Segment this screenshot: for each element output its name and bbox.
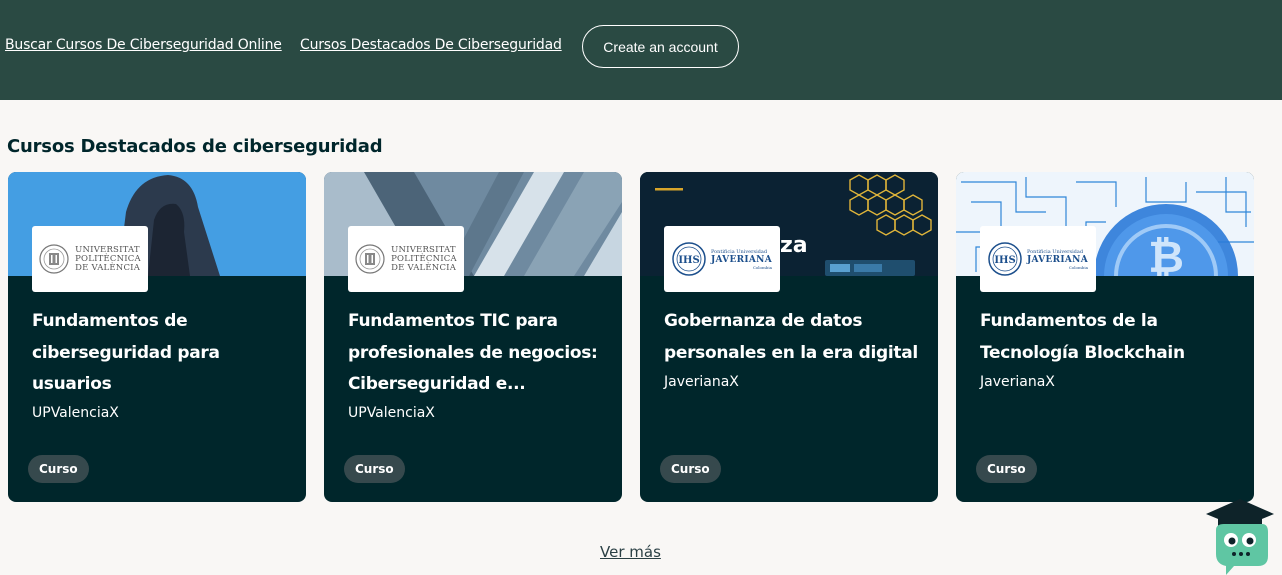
logo-line: JAVERIANA (710, 254, 772, 265)
course-type-badge: Curso (344, 455, 405, 483)
logo-line: JAVERIANA (1026, 254, 1088, 265)
university-seal-icon (39, 244, 69, 274)
logo-line: Pontificia Universidad (710, 248, 768, 255)
course-org: JaverianaX (980, 374, 1055, 390)
course-card[interactable]: UNIVERSITAT POLITÈCNICA DE VALÈNCIA Fund… (324, 172, 622, 502)
hero-text: za (780, 233, 808, 258)
nav-link-buscar-cursos[interactable]: Buscar Cursos De Ciberseguridad Online (5, 37, 282, 53)
course-card[interactable]: za IHS Pontificia Universidad JAVERIANA … (640, 172, 938, 502)
course-card[interactable]: UNIVERSITAT POLITÈCNICA DE VALÈNCIA Fund… (8, 172, 306, 502)
university-seal-icon (355, 244, 385, 274)
logo-line: Colombia (1068, 264, 1088, 270)
course-card[interactable]: ₿ IHS Pontificia Universidad JAVERIANA C… (956, 172, 1254, 502)
course-type-badge: Curso (976, 455, 1037, 483)
svg-text:₿: ₿ (1148, 232, 1184, 276)
university-seal-icon: IHS (672, 242, 706, 276)
course-org: UPValenciaX (32, 405, 119, 421)
university-logo: IHS Pontificia Universidad JAVERIANA Col… (980, 226, 1096, 292)
nav-link-cursos-destacados[interactable]: Cursos Destacados De Ciberseguridad (300, 37, 562, 53)
course-type-badge: Curso (660, 455, 721, 483)
university-logo: IHS Pontificia Universidad JAVERIANA Col… (664, 226, 780, 292)
graduation-cap-owl-icon (1206, 499, 1274, 575)
logo-line: Pontificia Universidad (1026, 248, 1084, 255)
course-type-badge: Curso (28, 455, 89, 483)
ver-mas-link[interactable]: Ver más (600, 543, 661, 561)
section-title: Cursos Destacados de ciberseguridad (7, 136, 383, 157)
svg-text:IHS: IHS (994, 255, 1015, 266)
university-logo: UNIVERSITAT POLITÈCNICA DE VALÈNCIA (348, 226, 464, 292)
logo-line: DE VALÈNCIA (391, 262, 457, 273)
course-title[interactable]: Fundamentos TIC para profesionales de ne… (348, 306, 610, 401)
logo-line: DE VALÈNCIA (75, 262, 141, 273)
svg-text:IHS: IHS (678, 255, 699, 266)
chat-assistant-button[interactable] (1204, 496, 1276, 575)
course-title[interactable]: Fundamentos de ciberseguridad para usuar… (32, 306, 294, 401)
logo-line: Colombia (752, 264, 772, 270)
university-seal-icon: IHS (988, 242, 1022, 276)
course-title[interactable]: Fundamentos de la Tecnología Blockchain (980, 306, 1242, 369)
course-org: UPValenciaX (348, 405, 435, 421)
create-account-button[interactable]: Create an account (582, 25, 739, 68)
top-nav-bar: Buscar Cursos De Ciberseguridad Online C… (0, 0, 1282, 100)
course-title[interactable]: Gobernanza de datos personales en la era… (664, 306, 926, 369)
course-org: JaverianaX (664, 374, 739, 390)
university-logo: UNIVERSITAT POLITÈCNICA DE VALÈNCIA (32, 226, 148, 292)
